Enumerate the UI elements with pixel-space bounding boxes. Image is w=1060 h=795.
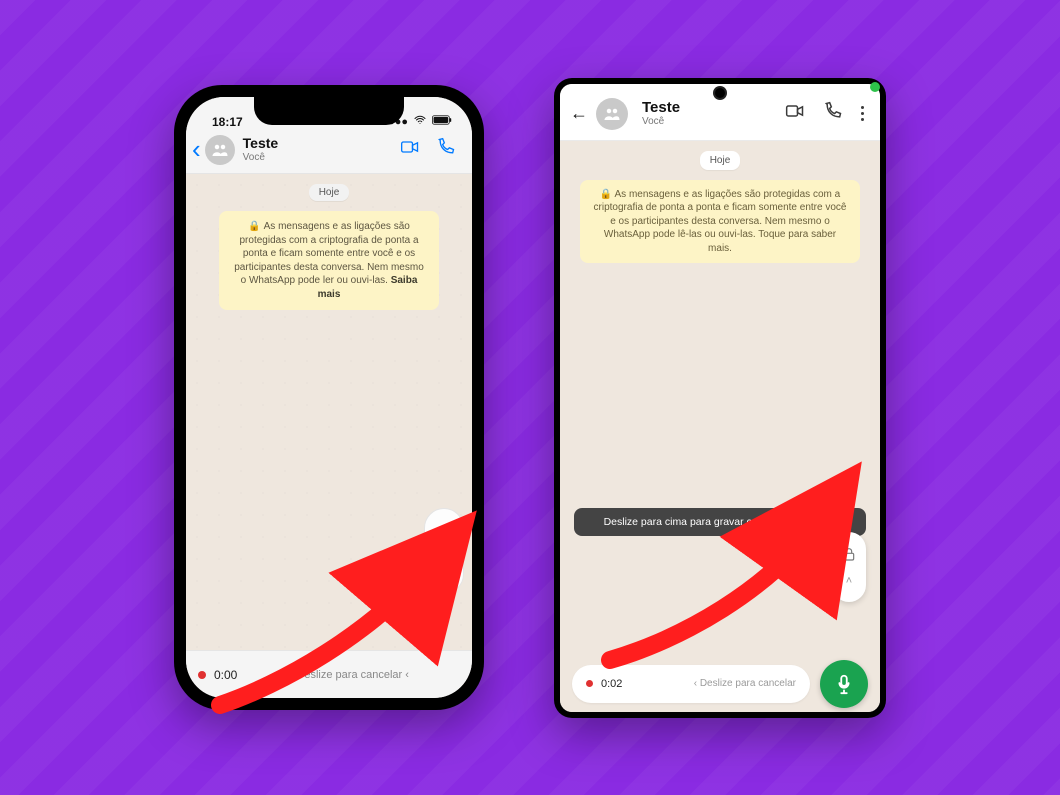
android-screen: ← Teste Você Hoje (560, 84, 880, 712)
microphone-icon (833, 673, 855, 695)
video-call-button[interactable] (400, 137, 420, 162)
chevron-up-icon: ˄ (440, 564, 447, 578)
chat-subtitle: Você (642, 116, 779, 127)
android-header-actions (785, 101, 870, 126)
recording-indicator-icon (586, 680, 593, 687)
android-chat-area: Hoje 🔒 As mensagens e as ligações são pr… (560, 141, 880, 656)
encryption-notice[interactable]: 🔒 As mensagens e as ligações são protegi… (580, 180, 860, 264)
recording-timer: 0:00 (214, 668, 237, 682)
group-icon (211, 141, 229, 159)
slide-to-cancel-hint[interactable]: ‹ Deslize para cancelar (630, 678, 796, 689)
date-separator: Hoje (700, 151, 741, 170)
chat-title: Teste (243, 136, 400, 151)
lock-icon (841, 546, 857, 562)
iphone-device-frame: 18:17 ●●● ‹ Teste Você (174, 85, 484, 710)
recording-input-field[interactable]: 0:02 ‹ Deslize para cancelar (572, 665, 810, 703)
encryption-text: As mensagens e as ligações são protegida… (594, 189, 847, 254)
ios-header-actions (400, 137, 462, 162)
swipe-up-lock-pill[interactable]: ˄ (832, 532, 866, 602)
video-call-button[interactable] (785, 101, 805, 126)
chat-title: Teste (642, 100, 779, 117)
chat-subtitle: Você (243, 152, 400, 163)
more-options-button[interactable] (861, 106, 864, 121)
lock-icon: 🔒 (600, 189, 615, 200)
back-button[interactable]: ‹ (192, 134, 205, 165)
lock-icon: 🔒 (248, 221, 260, 232)
android-recording-bar: 0:02 ‹ Deslize para cancelar (560, 656, 880, 712)
chat-avatar[interactable] (596, 98, 628, 130)
android-camera-punchhole (715, 88, 725, 98)
chevron-up-icon: ˄ (846, 575, 852, 587)
swipe-up-lock-pill[interactable]: ˄ (424, 508, 464, 594)
back-button[interactable]: ← (568, 103, 590, 124)
wifi-icon (414, 114, 426, 129)
battery-icon (432, 115, 452, 128)
mic-in-use-indicator-icon (870, 82, 880, 92)
encryption-notice[interactable]: 🔒As mensagens e as ligações são protegid… (219, 211, 439, 310)
tooltip-text: Deslize para cima para gravar com as mão… (604, 516, 837, 528)
chevron-left-icon: ‹ (405, 669, 409, 681)
ios-recording-bar: 0:00 Deslize para cancelar ‹ (186, 650, 472, 698)
chat-title-block[interactable]: Teste Você (642, 100, 779, 128)
android-device-frame: ← Teste Você Hoje (554, 78, 886, 718)
hands-free-tooltip: Deslize para cima para gravar com as mão… (574, 508, 866, 536)
chat-avatar[interactable] (205, 135, 235, 165)
voice-call-button[interactable] (436, 137, 456, 162)
iphone-screen: 18:17 ●●● ‹ Teste Você (186, 97, 472, 698)
lock-icon (435, 525, 453, 543)
voice-call-button[interactable] (823, 101, 843, 126)
date-separator: Hoje (309, 184, 350, 201)
ios-chat-header: ‹ Teste Você (186, 131, 472, 174)
ios-chat-area: Hoje 🔒As mensagens e as ligações são pro… (186, 174, 472, 650)
ios-status-time: 18:17 (212, 115, 243, 129)
group-icon (603, 105, 621, 123)
slide-to-cancel-hint[interactable]: Deslize para cancelar ‹ (245, 669, 460, 681)
recording-indicator-icon (198, 671, 206, 679)
recording-timer: 0:02 (601, 678, 622, 690)
microphone-record-button[interactable] (820, 660, 868, 708)
iphone-notch (254, 97, 404, 125)
chat-title-block[interactable]: Teste Você (243, 136, 400, 162)
